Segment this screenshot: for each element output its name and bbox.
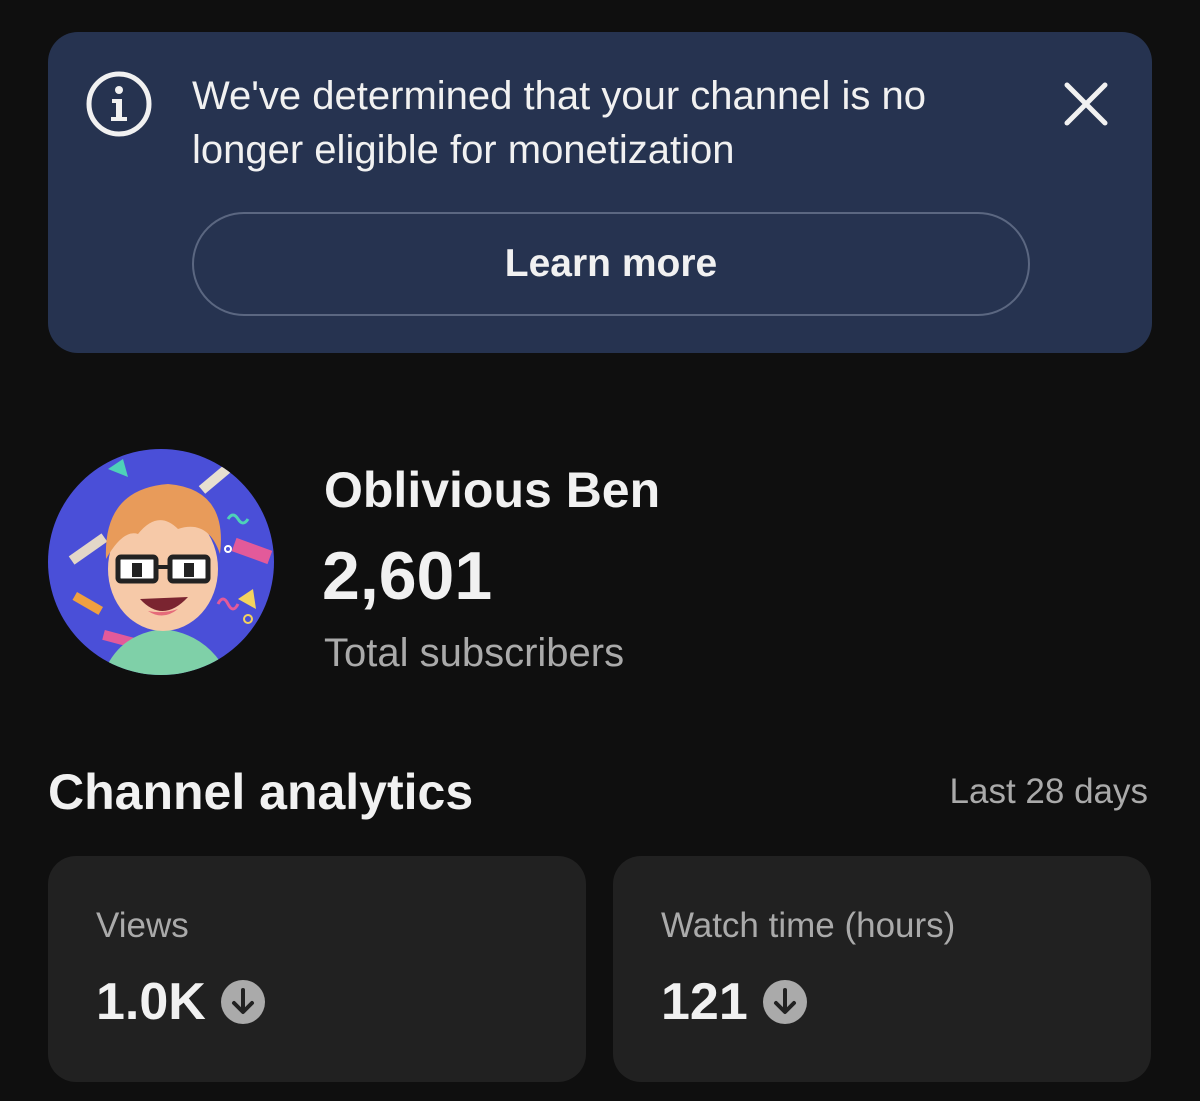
watch-time-card[interactable]: Watch time (hours) 121 bbox=[613, 856, 1151, 1082]
avatar[interactable] bbox=[48, 449, 274, 675]
channel-name[interactable]: Oblivious Ben bbox=[324, 460, 660, 520]
arrow-down-circle-icon bbox=[220, 980, 265, 1024]
card-value-row: 1.0K bbox=[96, 972, 266, 1032]
info-icon bbox=[86, 71, 152, 137]
analytics-title: Channel analytics bbox=[48, 764, 474, 820]
subscriber-count: 2,601 bbox=[322, 538, 493, 614]
learn-more-button[interactable]: Learn more bbox=[192, 212, 1030, 316]
subscriber-label: Total subscribers bbox=[324, 631, 625, 675]
arrow-down-circle-icon bbox=[762, 980, 807, 1024]
analytics-period[interactable]: Last 28 days bbox=[950, 770, 1148, 814]
card-value: 121 bbox=[661, 973, 748, 1031]
card-label: Watch time (hours) bbox=[661, 906, 956, 945]
close-icon[interactable] bbox=[1060, 78, 1112, 130]
channel-dashboard-page: We've determined that your channel is no… bbox=[0, 0, 1200, 1101]
card-value: 1.0K bbox=[96, 973, 206, 1031]
card-value-row: 121 bbox=[661, 972, 808, 1032]
banner-message: We've determined that your channel is no… bbox=[192, 74, 926, 172]
views-card[interactable]: Views 1.0K bbox=[48, 856, 586, 1082]
card-label: Views bbox=[96, 906, 189, 945]
